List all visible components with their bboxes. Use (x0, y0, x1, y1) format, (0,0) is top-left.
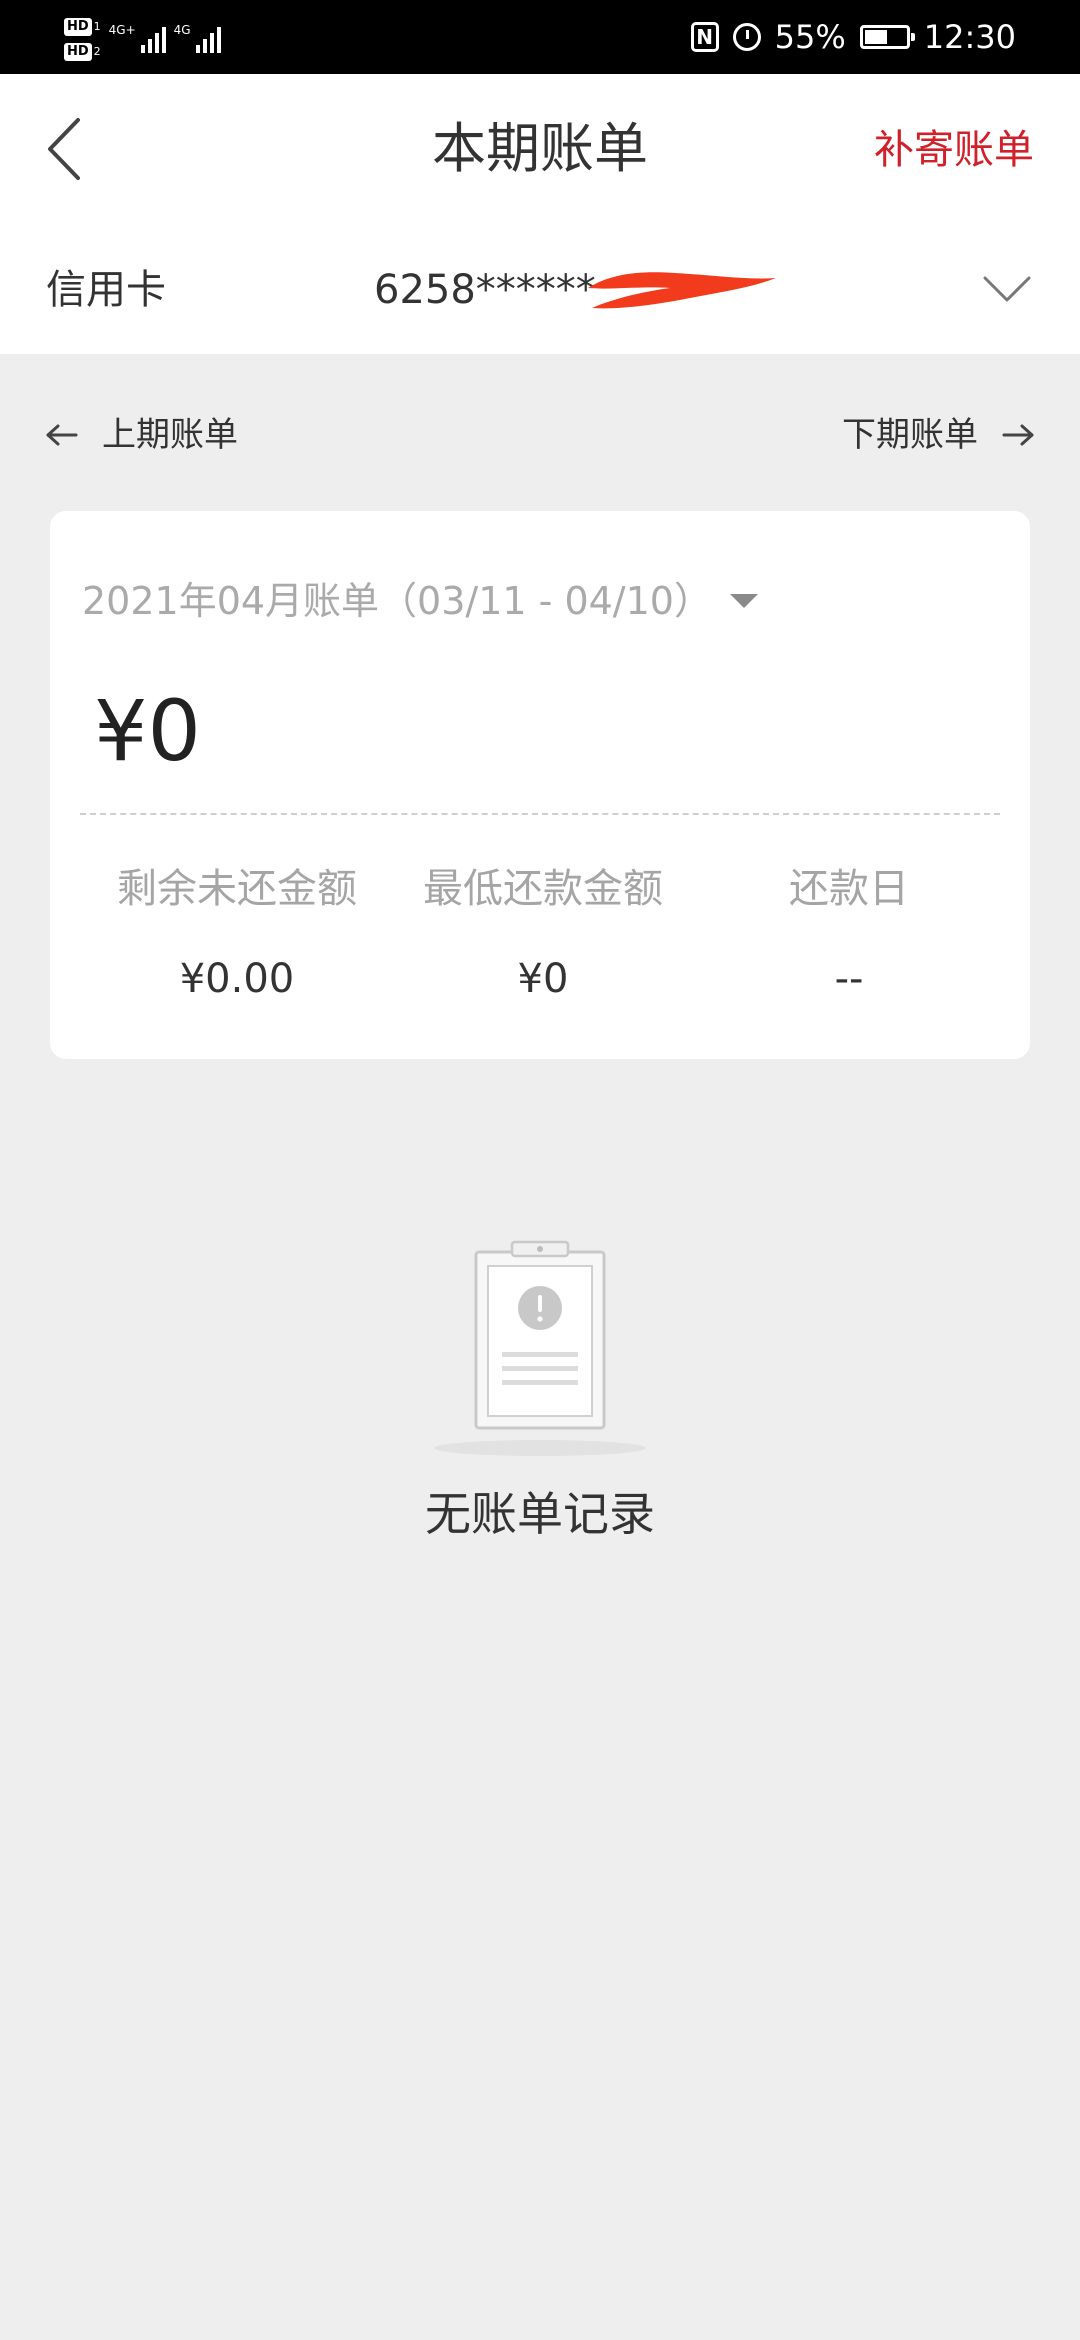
hd-icon: HD (64, 43, 92, 61)
minimum-payment-stat: 最低还款金额 ¥0 (390, 861, 696, 1007)
status-bar: HD 1 HD 2 4G+ 4G N 55% 12:30 (0, 0, 1080, 74)
due-date-stat: 还款日 -- (696, 861, 1002, 1007)
empty-state-text: 无账单记录 (425, 1487, 655, 1541)
sim-1-number: 1 (93, 20, 101, 33)
next-bill-button[interactable]: 下期账单 (842, 410, 1034, 460)
remaining-balance-value: ¥0.00 (179, 956, 295, 1002)
bill-summary-card: 2021年04月账单（03/11 - 04/10） ¥0 剩余未还金额 ¥0.0… (50, 511, 1030, 1059)
empty-clipboard-icon (434, 1240, 646, 1456)
minimum-payment-value: ¥0 (517, 956, 569, 1002)
card-selector[interactable]: 信用卡 6258****** (0, 224, 1080, 354)
battery-percent: 55% (774, 18, 846, 56)
previous-bill-label: 上期账单 (102, 415, 238, 455)
sim-2-number: 2 (93, 45, 101, 58)
redaction-scribble (588, 272, 776, 309)
bill-period-text: 2021年04月账单（03/11 - 04/10） (82, 579, 712, 623)
nfc-icon: N (690, 22, 719, 52)
battery-icon (859, 25, 915, 49)
hd-indicator-group: HD 1 HD 2 (64, 15, 101, 61)
card-type-label: 信用卡 (46, 267, 166, 313)
bill-amount: ¥0 (94, 682, 201, 780)
arrow-left-icon (46, 424, 78, 446)
arrow-right-icon (1002, 424, 1034, 446)
card-number: 6258****** (374, 267, 596, 313)
chevron-down-icon (983, 276, 1031, 302)
remaining-balance-label: 剩余未还金额 (117, 866, 357, 912)
status-bar-right: N 55% 12:30 (690, 0, 1016, 74)
app-header: 本期账单 补寄账单 (0, 74, 1080, 224)
divider (80, 813, 1000, 815)
due-date-label: 还款日 (789, 866, 909, 912)
period-navigation: 上期账单 下期账单 (0, 400, 1080, 480)
previous-bill-button[interactable]: 上期账单 (46, 410, 238, 460)
network-1-type: 4G+ (108, 23, 136, 37)
remaining-balance-stat: 剩余未还金额 ¥0.00 (84, 861, 390, 1007)
caret-down-icon (729, 594, 758, 608)
due-date-value: -- (834, 956, 864, 1002)
network-2-type: 4G (173, 23, 191, 37)
sim-1-indicator: HD 1 (64, 15, 101, 36)
bill-period-selector[interactable]: 2021年04月账单（03/11 - 04/10） (82, 571, 758, 631)
alarm-icon (732, 23, 761, 51)
battery-level (864, 30, 887, 44)
signal-icon: 4G+ (109, 23, 166, 53)
hd-icon: HD (64, 18, 92, 36)
minimum-payment-label: 最低还款金额 (423, 866, 663, 912)
card-dropdown-button[interactable] (972, 254, 1042, 324)
signal-icon: 4G (174, 23, 221, 53)
clock: 12:30 (923, 18, 1016, 56)
reissue-bill-button[interactable]: 补寄账单 (874, 122, 1034, 178)
sim-2-indicator: HD 2 (64, 40, 101, 61)
next-bill-label: 下期账单 (842, 415, 978, 455)
status-bar-left: HD 1 HD 2 4G+ 4G (64, 10, 221, 66)
